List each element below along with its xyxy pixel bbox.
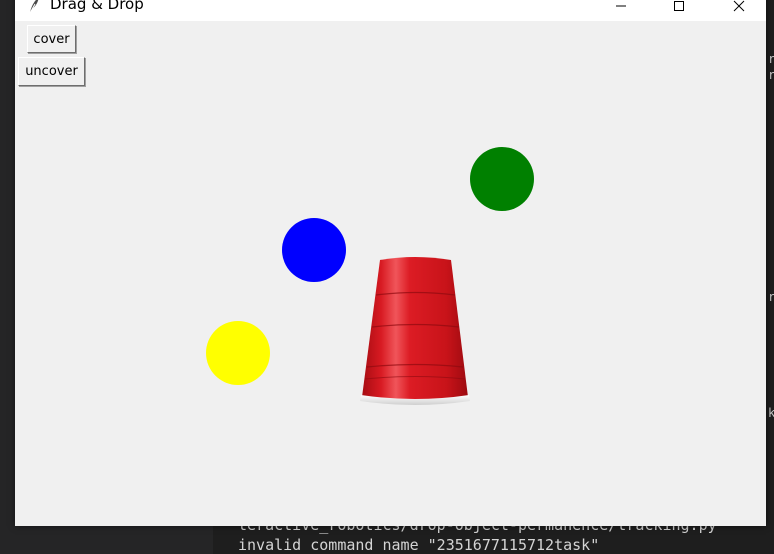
drag-drop-canvas[interactable]: cover uncover (15, 21, 766, 526)
yellow-ball[interactable] (206, 321, 270, 385)
maximize-button[interactable] (656, 0, 702, 21)
terminal-line-2: invalid command name "2351677115712task" (238, 536, 600, 554)
minimize-icon (616, 5, 626, 6)
uncover-button[interactable]: uncover (18, 57, 85, 86)
maximize-icon (674, 0, 684, 11)
close-button[interactable] (716, 0, 762, 21)
edge-text-3: r (768, 290, 774, 304)
minimize-button[interactable] (598, 0, 644, 21)
cover-button[interactable]: cover (27, 25, 76, 53)
app-window: Drag & Drop cover uncover (15, 0, 766, 526)
title-bar[interactable]: Drag & Drop (15, 0, 766, 21)
close-icon (733, 0, 745, 11)
red-cup[interactable] (358, 255, 472, 407)
blue-ball[interactable] (282, 218, 346, 282)
edge-text-4: k (768, 406, 774, 420)
edge-text-2: r (768, 68, 774, 82)
edge-text-1: r (768, 52, 774, 66)
green-ball[interactable] (470, 147, 534, 211)
feather-icon (29, 0, 39, 14)
window-title: Drag & Drop (50, 0, 144, 13)
